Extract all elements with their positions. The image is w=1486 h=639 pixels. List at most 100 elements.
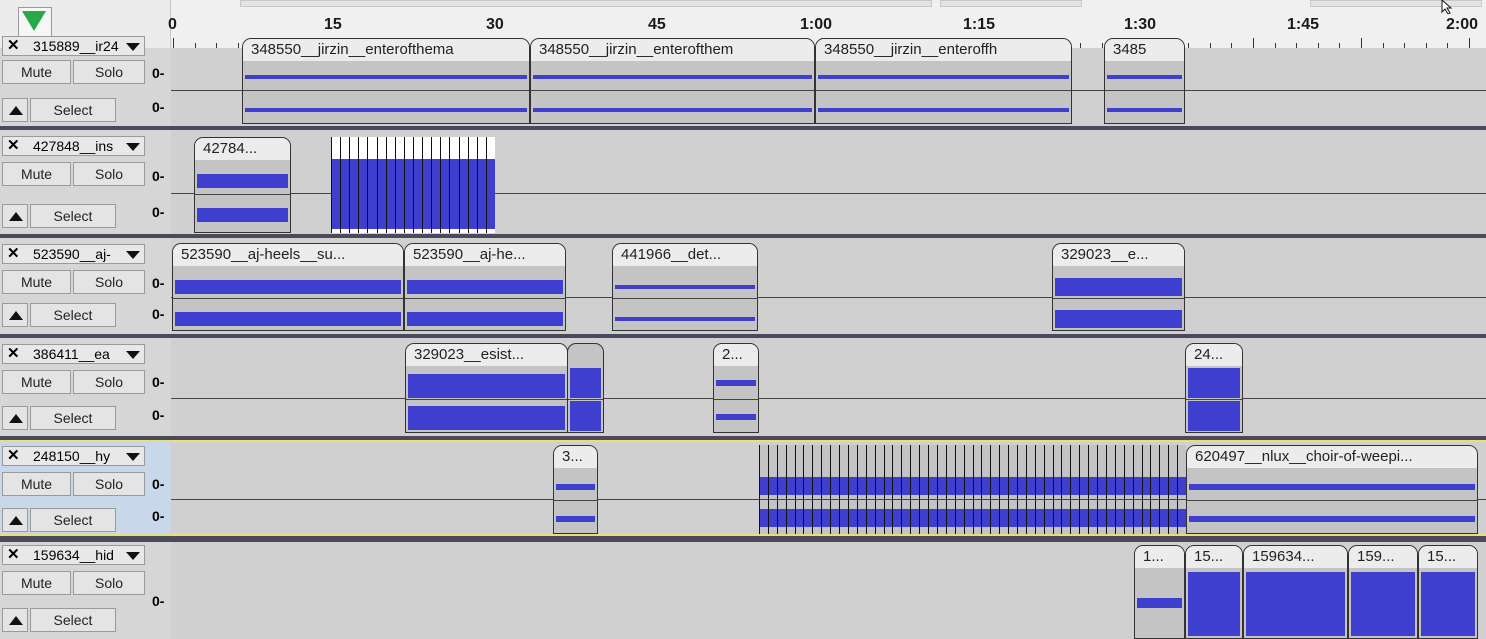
- clip-title[interactable]: 1...: [1135, 546, 1184, 568]
- audio-clip[interactable]: 348550__jirzin__enterofthem: [530, 38, 815, 124]
- audio-clip[interactable]: 329023__e...: [1052, 243, 1185, 331]
- select-button[interactable]: Select: [30, 303, 116, 327]
- audio-clip[interactable]: 2...: [713, 343, 759, 433]
- audio-clip[interactable]: 159...: [1348, 545, 1418, 639]
- track-name[interactable]: 315889__ir24: [33, 37, 119, 55]
- track-lane[interactable]: [171, 338, 1486, 436]
- clip-title[interactable]: 24...: [1186, 344, 1242, 366]
- clip-title[interactable]: 3...: [554, 446, 597, 468]
- audio-clip[interactable]: 348550__jirzin__enteroffh: [815, 38, 1072, 124]
- collapse-button[interactable]: [2, 204, 28, 228]
- track-name[interactable]: 427848__ins: [33, 137, 113, 155]
- audio-clip[interactable]: 348550__jirzin__enterofthema: [242, 38, 530, 124]
- mute-button[interactable]: Mute: [2, 270, 71, 294]
- audio-clip[interactable]: 15...: [1185, 545, 1243, 639]
- close-icon[interactable]: ✕: [7, 37, 20, 55]
- solo-button[interactable]: Solo: [73, 270, 145, 294]
- select-button[interactable]: Select: [30, 406, 116, 430]
- clip-title[interactable]: 329023__esist...: [406, 344, 567, 366]
- dropdown-triangle-icon[interactable]: [126, 351, 140, 359]
- dropdown-triangle-icon[interactable]: [126, 251, 140, 259]
- track-name[interactable]: 248150__hy: [33, 447, 110, 465]
- clip-title[interactable]: 159...: [1349, 546, 1417, 568]
- track-header[interactable]: ✕ 248150__hy: [2, 446, 145, 466]
- collapse-button[interactable]: [2, 406, 28, 430]
- track-header[interactable]: ✕ 386411__ea: [2, 344, 145, 364]
- clip-stack[interactable]: [331, 137, 495, 233]
- dropdown-triangle-icon[interactable]: [126, 552, 140, 560]
- clip-title[interactable]: 159634...: [1244, 546, 1347, 568]
- mute-button[interactable]: Mute: [2, 60, 71, 84]
- play-position-indicator-icon[interactable]: [22, 11, 46, 31]
- audio-track[interactable]: ✕ 315889__ir24 Mute Solo Select 0- 0- 34…: [0, 36, 1486, 126]
- close-icon[interactable]: ✕: [7, 137, 20, 155]
- clip-title[interactable]: 523590__aj-he...: [405, 244, 565, 266]
- clip-title[interactable]: 620497__nlux__choir-of-weepi...: [1187, 446, 1477, 468]
- track-header[interactable]: ✕ 315889__ir24: [2, 36, 145, 56]
- collapse-button[interactable]: [2, 303, 28, 327]
- collapse-button[interactable]: [2, 98, 28, 122]
- audio-track[interactable]: ✕ 159634__hid Mute Solo Select 0- 1... 1…: [0, 542, 1486, 639]
- audio-clip[interactable]: 3...: [553, 445, 598, 534]
- dropdown-triangle-icon[interactable]: [126, 453, 140, 461]
- vertical-scale[interactable]: 0- 0-: [147, 442, 171, 534]
- mute-button[interactable]: Mute: [2, 370, 71, 394]
- vertical-scale[interactable]: 0- 0-: [147, 238, 171, 334]
- clip-title[interactable]: 348550__jirzin__enteroffh: [816, 39, 1071, 61]
- close-icon[interactable]: ✕: [7, 447, 20, 465]
- mute-button[interactable]: Mute: [2, 571, 71, 595]
- audio-clip[interactable]: 441966__det...: [612, 243, 758, 331]
- audio-track[interactable]: ✕ 523590__aj- Mute Solo Select 0- 0- 523…: [0, 238, 1486, 334]
- audio-clip[interactable]: 42784...: [194, 137, 291, 233]
- audio-clip[interactable]: 1...: [1134, 545, 1185, 639]
- audio-clip[interactable]: [567, 343, 604, 433]
- solo-button[interactable]: Solo: [73, 162, 145, 186]
- dropdown-triangle-icon[interactable]: [126, 143, 140, 151]
- collapse-button[interactable]: [2, 508, 28, 532]
- select-button[interactable]: Select: [30, 608, 116, 632]
- collapse-button[interactable]: [2, 608, 28, 632]
- dropdown-triangle-icon[interactable]: [126, 43, 140, 51]
- vertical-scale[interactable]: 0- 0-: [147, 130, 171, 234]
- select-button[interactable]: Select: [30, 98, 116, 122]
- clip-title[interactable]: 42784...: [195, 138, 290, 160]
- vertical-scale[interactable]: 0- 0-: [147, 338, 171, 436]
- clip-title[interactable]: 15...: [1186, 546, 1242, 568]
- clip-title[interactable]: 348550__jirzin__enterofthem: [531, 39, 814, 61]
- solo-button[interactable]: Solo: [73, 370, 145, 394]
- solo-button[interactable]: Solo: [73, 472, 145, 496]
- clip-title[interactable]: 523590__aj-heels__su...: [173, 244, 403, 266]
- audio-clip[interactable]: 620497__nlux__choir-of-weepi...: [1186, 445, 1478, 534]
- track-name[interactable]: 523590__aj-: [33, 245, 111, 263]
- audio-track[interactable]: ✕ 248150__hy Mute Solo Select 0- 0- 3...…: [0, 440, 1486, 536]
- clip-title[interactable]: 15...: [1419, 546, 1477, 568]
- select-button[interactable]: Select: [30, 508, 116, 532]
- audio-clip[interactable]: 15...: [1418, 545, 1478, 639]
- solo-button[interactable]: Solo: [73, 60, 145, 84]
- close-icon[interactable]: ✕: [7, 245, 20, 263]
- track-header[interactable]: ✕ 427848__ins: [2, 136, 145, 156]
- vertical-scale[interactable]: 0-: [147, 542, 171, 639]
- close-icon[interactable]: ✕: [7, 546, 20, 564]
- clip-title[interactable]: 441966__det...: [613, 244, 757, 266]
- audio-clip[interactable]: 523590__aj-heels__su...: [172, 243, 404, 331]
- clip-title[interactable]: 329023__e...: [1053, 244, 1184, 266]
- close-icon[interactable]: ✕: [7, 345, 20, 363]
- mute-button[interactable]: Mute: [2, 162, 71, 186]
- clip-stack[interactable]: [759, 445, 1186, 534]
- select-button[interactable]: Select: [30, 204, 116, 228]
- clip-title[interactable]: 2...: [714, 344, 758, 366]
- clip-title[interactable]: 348550__jirzin__enterofthema: [243, 39, 529, 61]
- audio-clip[interactable]: 159634...: [1243, 545, 1348, 639]
- clip-title[interactable]: 3485: [1105, 39, 1184, 61]
- audio-clip[interactable]: 523590__aj-he...: [404, 243, 566, 331]
- track-header[interactable]: ✕ 523590__aj-: [2, 244, 145, 264]
- audio-track[interactable]: ✕ 427848__ins Mute Solo Select 0- 0- 427…: [0, 130, 1486, 234]
- audio-track[interactable]: ✕ 386411__ea Mute Solo Select 0- 0- 3290…: [0, 338, 1486, 436]
- track-header[interactable]: ✕ 159634__hid: [2, 545, 145, 565]
- audio-clip[interactable]: 24...: [1185, 343, 1243, 433]
- mute-button[interactable]: Mute: [2, 472, 71, 496]
- audio-clip[interactable]: 3485: [1104, 38, 1185, 124]
- track-name[interactable]: 386411__ea: [33, 345, 110, 363]
- audio-clip[interactable]: 329023__esist...: [405, 343, 568, 433]
